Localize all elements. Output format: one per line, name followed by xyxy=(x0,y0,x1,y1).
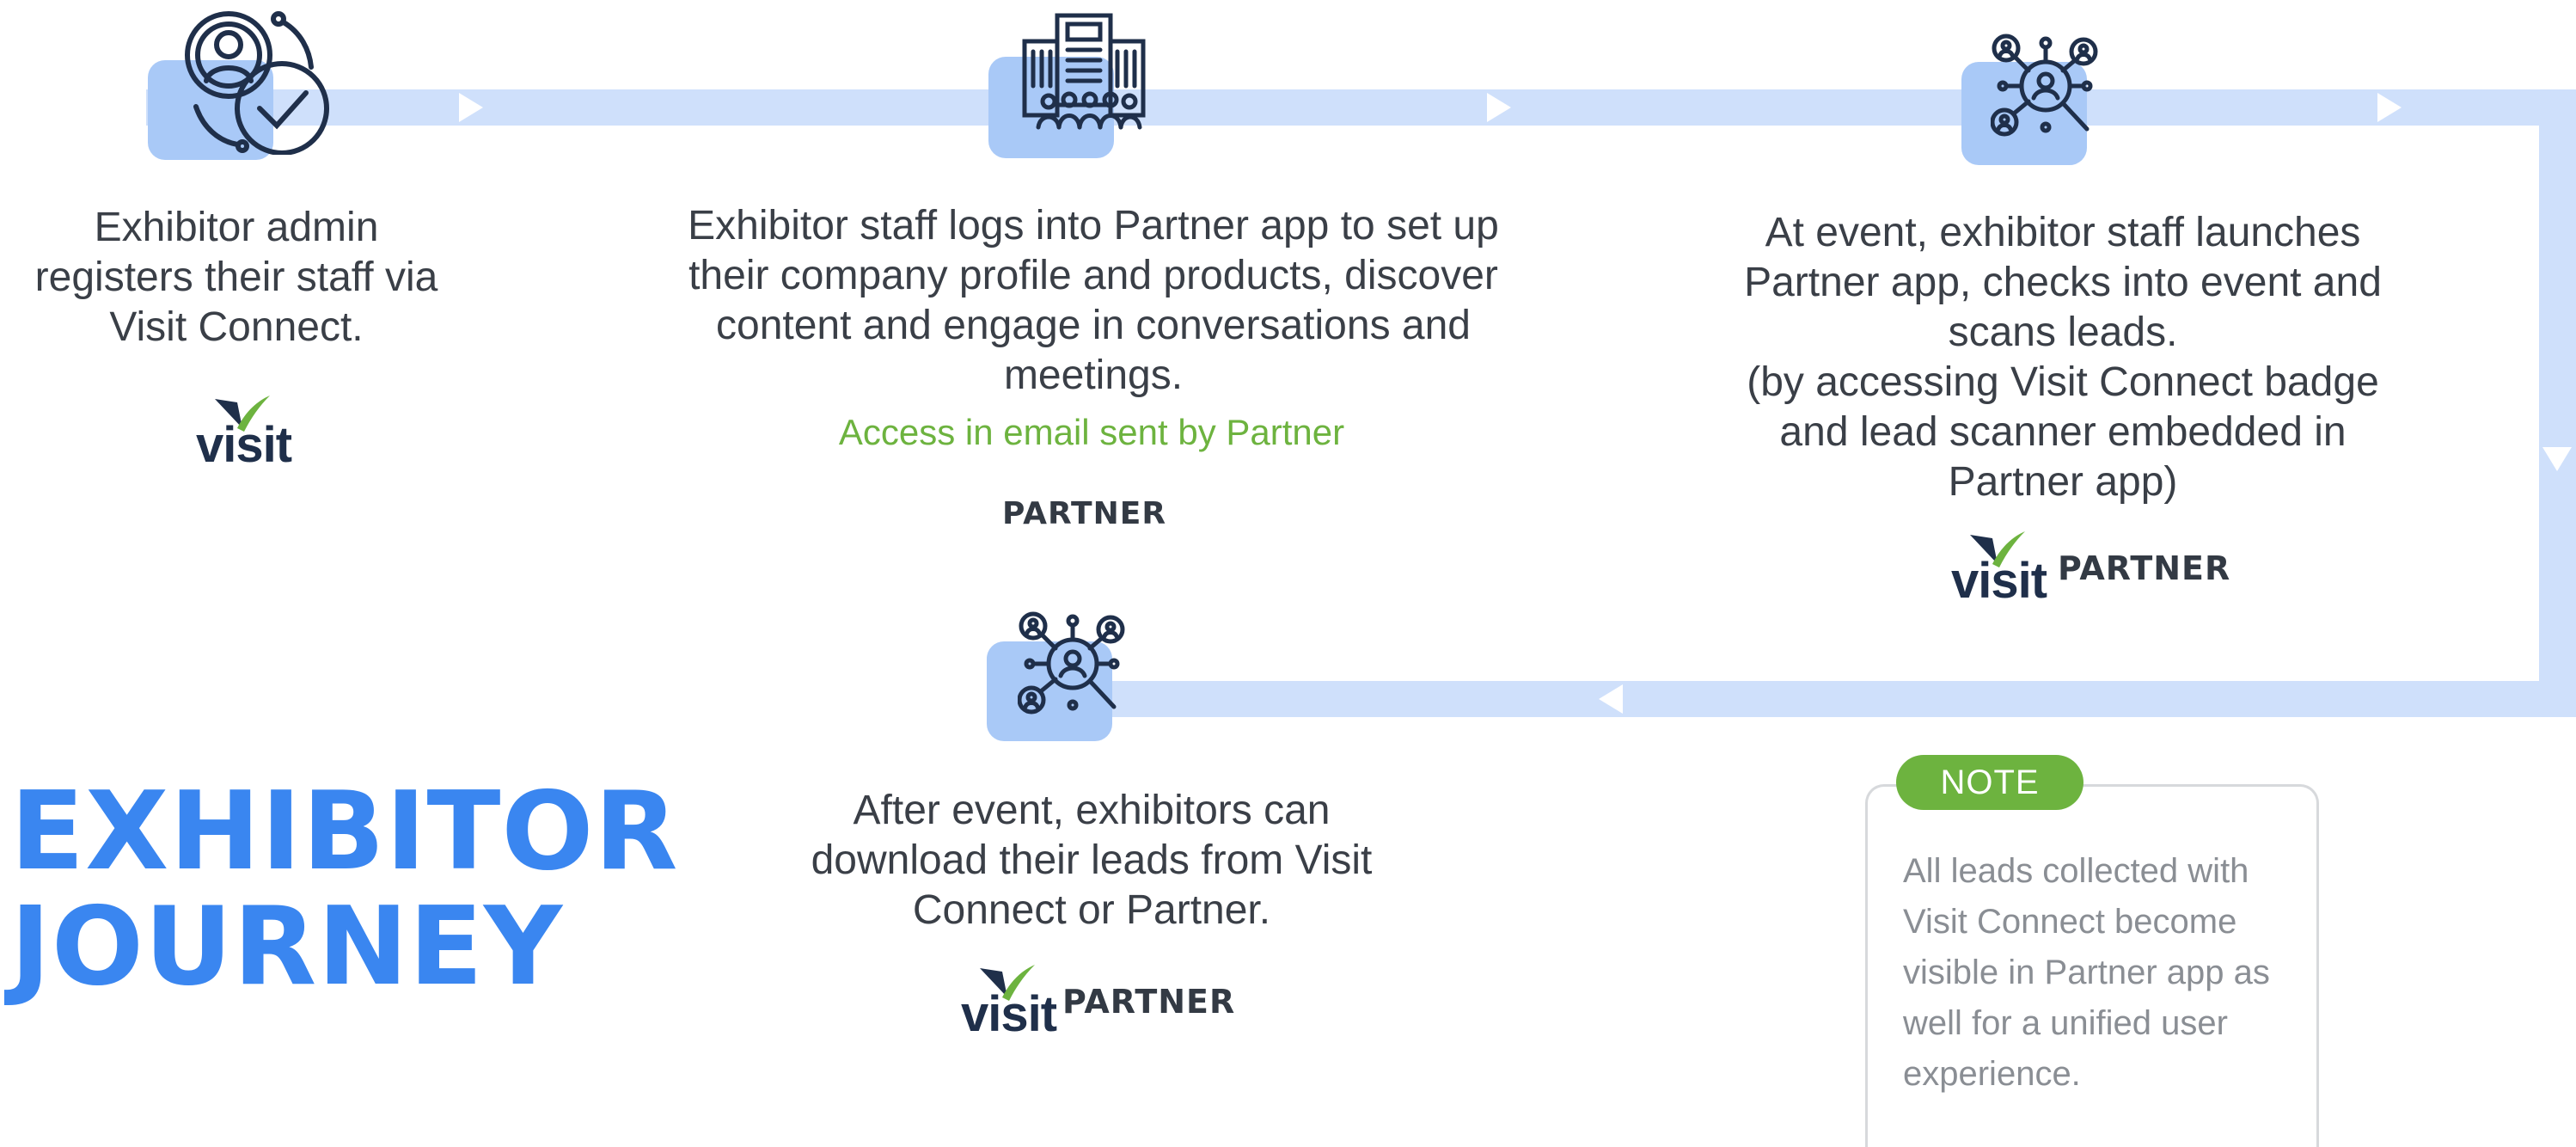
title-line-2: JOURNEY xyxy=(10,883,564,1009)
step-3-description: At event, exhibitor staff launches Partn… xyxy=(1744,210,2382,505)
note-text: All leads collected with Visit Connect b… xyxy=(1903,852,2270,1093)
partner-logo: PARTNER xyxy=(1062,983,1236,1021)
admin-check-icon xyxy=(185,11,329,155)
note-badge: NOTE xyxy=(1896,755,2083,810)
title-line-1: EXHIBITOR xyxy=(10,768,679,894)
partner-logo: PARTNER xyxy=(1002,496,1167,531)
visit-logo: visit xyxy=(1951,530,2047,607)
building-people-icon xyxy=(1022,13,1146,130)
page-title: EXHIBITOR JOURNEY xyxy=(10,774,679,1004)
step-2-access-note: Access in email sent by Partner xyxy=(838,412,1345,452)
visit-logo: visit xyxy=(196,394,292,471)
visit-logo: visit xyxy=(961,963,1057,1040)
lead-search-icon xyxy=(1018,611,1125,715)
lead-search-icon xyxy=(1991,34,2098,137)
step-4-description: After event, exhibitors can download the… xyxy=(811,788,1373,933)
partner-logo: PARTNER xyxy=(2058,549,2231,587)
step-2-description: Exhibitor staff logs into Partner app to… xyxy=(688,203,1499,398)
step-1-description: Exhibitor admin registers their staff vi… xyxy=(34,205,438,350)
